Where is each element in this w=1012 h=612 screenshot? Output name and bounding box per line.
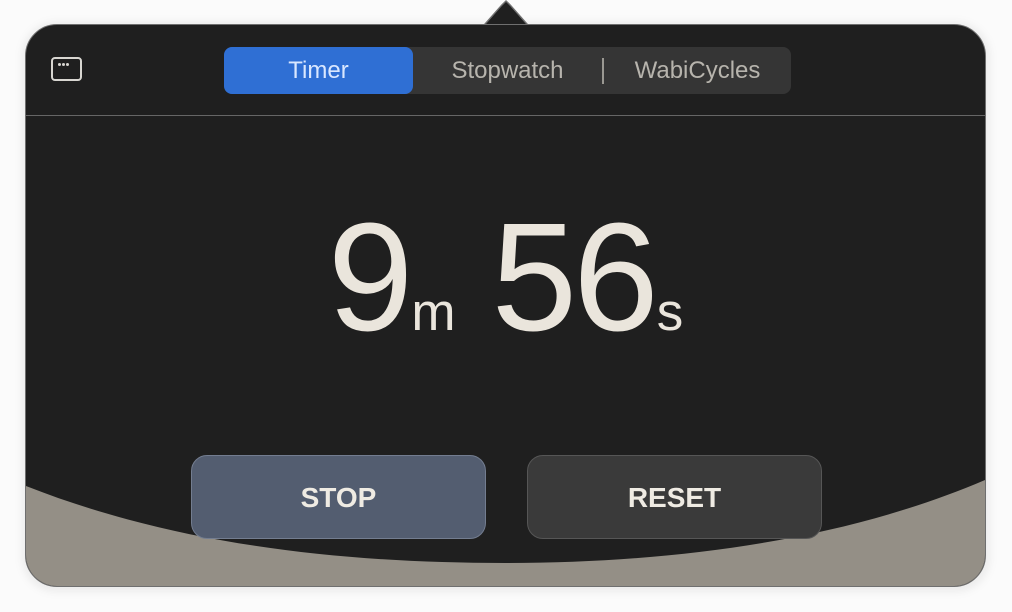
window-icon-dot bbox=[66, 63, 69, 66]
timer-minutes: 9 bbox=[327, 191, 414, 363]
window-icon-dot bbox=[58, 63, 61, 66]
tab-timer[interactable]: Timer bbox=[224, 47, 413, 94]
timer-seconds: 56 bbox=[491, 191, 659, 363]
header-divider bbox=[26, 115, 985, 116]
mode-segmented-control: Timer Stopwatch WabiCycles bbox=[224, 47, 791, 94]
timer-display: 9m 56s bbox=[26, 200, 985, 354]
tab-wabicycles[interactable]: WabiCycles bbox=[604, 47, 791, 94]
stop-button[interactable]: STOP bbox=[191, 455, 486, 539]
tab-stopwatch[interactable]: Stopwatch bbox=[413, 47, 602, 94]
reset-button[interactable]: RESET bbox=[527, 455, 822, 539]
timer-seconds-unit: s bbox=[656, 283, 684, 342]
window-icon[interactable] bbox=[51, 57, 82, 81]
window-icon-dot bbox=[62, 63, 65, 66]
bottom-wave bbox=[26, 480, 985, 586]
timer-popover: Timer Stopwatch WabiCycles 9m 56s STOP RE… bbox=[25, 24, 986, 587]
timer-minutes-unit: m bbox=[411, 283, 456, 342]
